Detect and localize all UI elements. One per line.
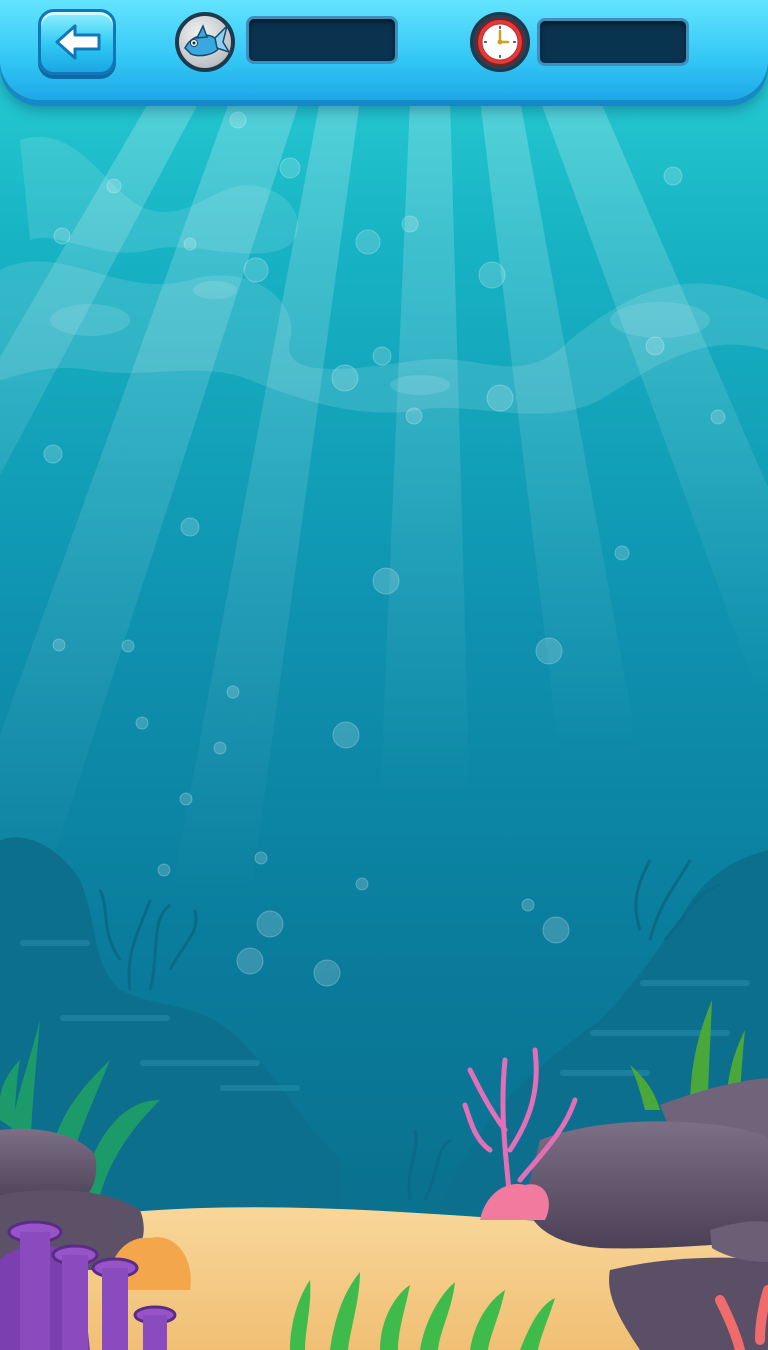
back-arrow-icon — [55, 24, 101, 60]
top-hud-bar — [0, 0, 768, 100]
time-display — [537, 18, 689, 66]
back-button[interactable] — [38, 9, 116, 75]
fish-icon — [175, 12, 235, 72]
underwater-background — [0, 100, 768, 1350]
fish-count-display — [246, 16, 398, 64]
clock-icon — [470, 12, 530, 72]
